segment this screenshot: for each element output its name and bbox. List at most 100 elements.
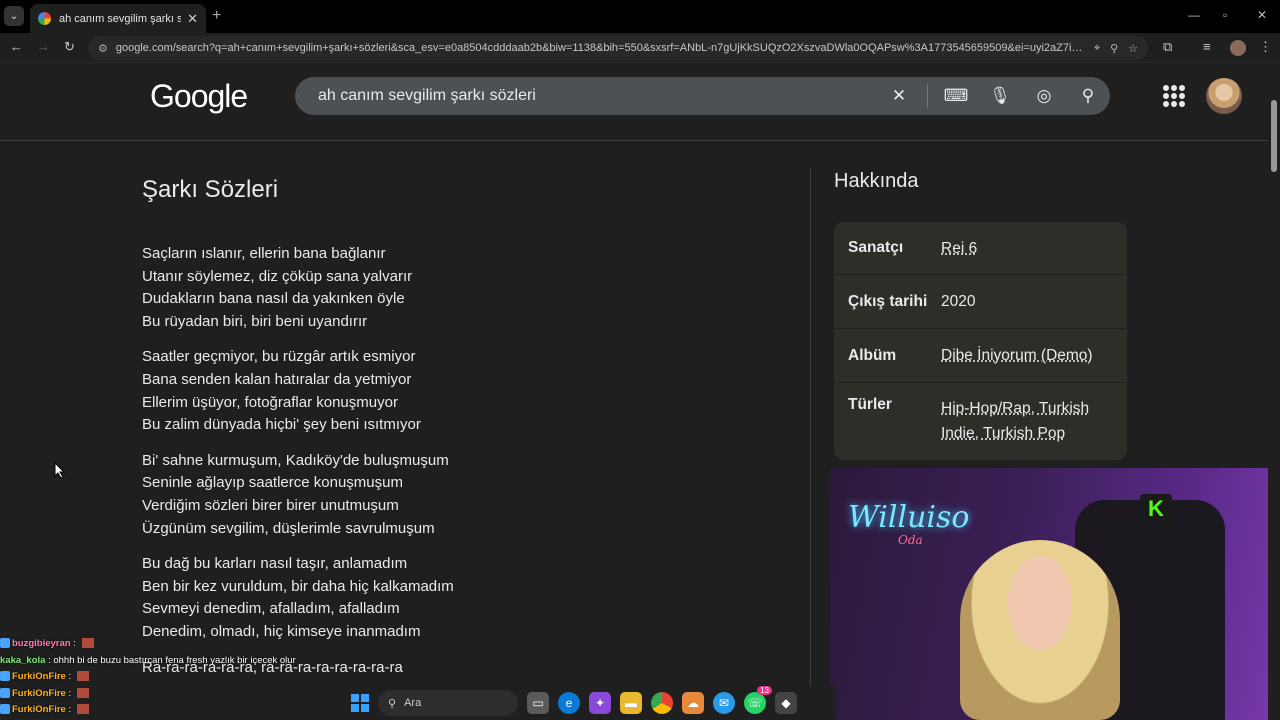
keyboard-icon[interactable]: ⌨ bbox=[934, 86, 978, 106]
lens-icon[interactable]: ◎ bbox=[1022, 86, 1066, 106]
search-icon[interactable]: ⚲ bbox=[1066, 86, 1110, 106]
browser-menu-icon[interactable]: ⋮ bbox=[1259, 39, 1272, 55]
kick-logo-icon: K bbox=[1140, 494, 1172, 524]
close-window-icon[interactable]: ✕ bbox=[1257, 8, 1267, 22]
lyric-line: Bana senden kalan hatıralar da yetmiyor bbox=[142, 370, 412, 388]
search-icon: ⚲ bbox=[388, 697, 397, 710]
notification-badge: 13 bbox=[757, 686, 772, 695]
chat-message: kaka_kola : ohhh bi de buzu bastırcan fe… bbox=[0, 654, 296, 666]
restore-icon[interactable]: ▫ bbox=[1223, 8, 1227, 22]
lyric-line: Sevmeyi denedim, afalladım, afalladım bbox=[142, 600, 400, 618]
close-tab-icon[interactable]: ✕ bbox=[187, 11, 198, 27]
taskbar-search-placeholder: Ara bbox=[404, 697, 422, 709]
release-year: 2020 bbox=[941, 293, 976, 310]
lyrics-stanza: Saçların ıslanır, ellerin bana bağlanır … bbox=[142, 243, 782, 333]
lyric-line: Ben bir kez vuruldum, bir daha hiç kalka… bbox=[142, 577, 454, 595]
windows-start-icon[interactable] bbox=[351, 694, 369, 712]
media-control-icon[interactable]: ≡ bbox=[1203, 39, 1211, 54]
chrome-icon[interactable] bbox=[651, 692, 673, 714]
mouse-cursor-icon bbox=[54, 462, 66, 479]
app-icon[interactable]: ◆ bbox=[775, 692, 797, 714]
edge-icon[interactable]: e bbox=[558, 692, 580, 714]
lyric-line: Dudakların bana nasıl da yakınken öyle bbox=[142, 290, 405, 308]
lyrics-stanza: Bu dağ bu karları nasıl taşır, anlamadım… bbox=[142, 553, 782, 643]
column-divider bbox=[810, 168, 811, 688]
about-row-genres: Türler Hip-Hop/Rap, Turkish Indie, Turki… bbox=[834, 383, 1127, 460]
chat-badge-icon bbox=[0, 704, 10, 715]
address-bar[interactable]: ⚙ google.com/search?q=ah+canım+sevgilim+… bbox=[88, 36, 1148, 60]
stream-chat: buzgibieyran : kaka_kola : ohhh bi de bu… bbox=[0, 636, 340, 719]
search-input[interactable]: ah canım sevgilim şarkı sözleri bbox=[318, 87, 877, 105]
about-row-album: Albüm Dibe İniyorum (Demo) bbox=[834, 329, 1127, 383]
scrollbar-thumb[interactable] bbox=[1271, 100, 1277, 172]
url-text: google.com/search?q=ah+canım+sevgilim+şa… bbox=[115, 42, 1084, 54]
chat-message: FurkiOnFire : bbox=[0, 702, 340, 719]
task-view-icon[interactable]: ▭ bbox=[527, 692, 549, 714]
chat-message: FurkiOnFire : bbox=[0, 669, 340, 686]
chat-message: buzgibieyran : bbox=[0, 636, 340, 653]
chat-user: FurkiOnFire bbox=[12, 704, 66, 715]
reload-icon[interactable]: ↻ bbox=[64, 39, 75, 55]
about-key: Albüm bbox=[848, 346, 897, 364]
lyrics-stanza: Bi' sahne kurmuşum, Kadıköy'de buluşmuşu… bbox=[142, 450, 782, 540]
cloud-app-icon[interactable]: ☁ bbox=[682, 692, 704, 714]
new-tab-icon[interactable]: + bbox=[212, 7, 221, 25]
site-info-icon[interactable]: ⚙ bbox=[98, 42, 108, 55]
divider bbox=[927, 84, 928, 108]
zoom-icon[interactable]: ⚲ bbox=[1110, 42, 1118, 55]
browser-tab[interactable]: ah canım sevgilim şarkı sözleri ✕ bbox=[30, 4, 206, 33]
tab-search-button[interactable]: ⌄ bbox=[4, 6, 24, 26]
chat-badge-icon bbox=[0, 671, 10, 682]
chat-user: kaka_kola bbox=[0, 654, 46, 666]
lyric-line: Utanır söylemez, diz çöküp sana yalvarır bbox=[142, 267, 413, 285]
chat-text: ohhh bi de buzu bastırcan fena fresh yaz… bbox=[53, 654, 296, 666]
lyric-line: Saçların ıslanır, ellerin bana bağlanır bbox=[142, 245, 386, 262]
bookmark-star-icon[interactable]: ☆ bbox=[1128, 42, 1138, 55]
google-apps-icon[interactable] bbox=[1163, 85, 1185, 107]
lyric-line: Seninle ağlayıp saatlerce konuşmuşum bbox=[142, 474, 403, 492]
microphone-icon[interactable]: 🎙 bbox=[978, 86, 1022, 106]
lyric-line: Bu rüyadan biri, biri beni uyandırır bbox=[142, 312, 368, 330]
minimize-icon[interactable]: — bbox=[1188, 8, 1200, 22]
album-link[interactable]: Dibe İniyorum (Demo) bbox=[941, 347, 1093, 364]
search-box[interactable]: ah canım sevgilim şarkı sözleri ✕ ⌨ 🎙 ◎ … bbox=[295, 77, 1110, 115]
copilot-icon[interactable]: ✦ bbox=[589, 692, 611, 714]
tab-title: ah canım sevgilim şarkı sözleri bbox=[59, 12, 182, 25]
about-row-release: Çıkış tarihi 2020 bbox=[834, 275, 1127, 329]
messenger-icon[interactable]: ✉ bbox=[713, 692, 735, 714]
lyric-line: Üzgünüm sevgilim, düşlerimle savrulmuşum bbox=[142, 519, 435, 537]
taskbar-search[interactable]: ⚲ Ara bbox=[378, 690, 518, 716]
back-icon[interactable]: ← bbox=[10, 39, 23, 54]
lyric-line: Ellerim üşüyor, fotoğraflar konuşmuyor bbox=[142, 393, 398, 411]
chat-message: FurkiOnFire : bbox=[0, 686, 340, 703]
neon-sign: Willuiso bbox=[848, 500, 970, 535]
about-key: Sanatçı bbox=[848, 239, 904, 256]
lyrics-stanza: Saatler geçmiyor, bu rüzgâr artık esmiyo… bbox=[142, 346, 782, 436]
chat-badge-icon bbox=[0, 687, 10, 698]
google-logo[interactable]: Google bbox=[150, 78, 248, 115]
browser-profile-avatar[interactable] bbox=[1230, 40, 1246, 56]
lyric-line: Bu dağ bu karları nasıl taşır, anlamadım bbox=[142, 555, 408, 573]
account-avatar[interactable] bbox=[1206, 78, 1242, 114]
neon-sign-sub: Oda bbox=[898, 533, 923, 547]
windows-taskbar: ⚲ Ara ▭ e ✦ ▬ ☁ ✉ ☏ 13 ◆ bbox=[345, 686, 835, 720]
chat-user: FurkiOnFire bbox=[12, 671, 66, 682]
about-heading: Hakkında bbox=[834, 170, 919, 192]
lyric-line: Saatler geçmiyor, bu rüzgâr artık esmiyo… bbox=[142, 348, 416, 366]
about-card: Sanatçı Rei 6 Çıkış tarihi 2020 Albüm Di… bbox=[834, 222, 1127, 460]
lyrics-heading: Şarkı Sözleri bbox=[142, 176, 279, 203]
extensions-icon[interactable]: ⧉ bbox=[1163, 39, 1172, 55]
genres-link[interactable]: Hip-Hop/Rap, Turkish Indie, Turkish Pop bbox=[941, 400, 1089, 442]
chat-emote-icon bbox=[76, 687, 89, 698]
chat-emote-icon bbox=[81, 638, 94, 649]
artist-link[interactable]: Rei 6 bbox=[941, 240, 977, 257]
chat-user: buzgibieyran bbox=[12, 638, 71, 649]
about-key: Türler bbox=[848, 396, 892, 413]
location-icon[interactable]: ⌖ bbox=[1094, 42, 1100, 55]
clear-icon[interactable]: ✕ bbox=[877, 86, 921, 106]
lyric-line: Verdiğim sözleri birer birer unutmuşum bbox=[142, 496, 399, 514]
forward-icon[interactable]: → bbox=[37, 39, 50, 54]
file-explorer-icon[interactable]: ▬ bbox=[620, 692, 642, 714]
whatsapp-icon[interactable]: ☏ 13 bbox=[744, 686, 772, 714]
chat-emote-icon bbox=[76, 704, 89, 715]
